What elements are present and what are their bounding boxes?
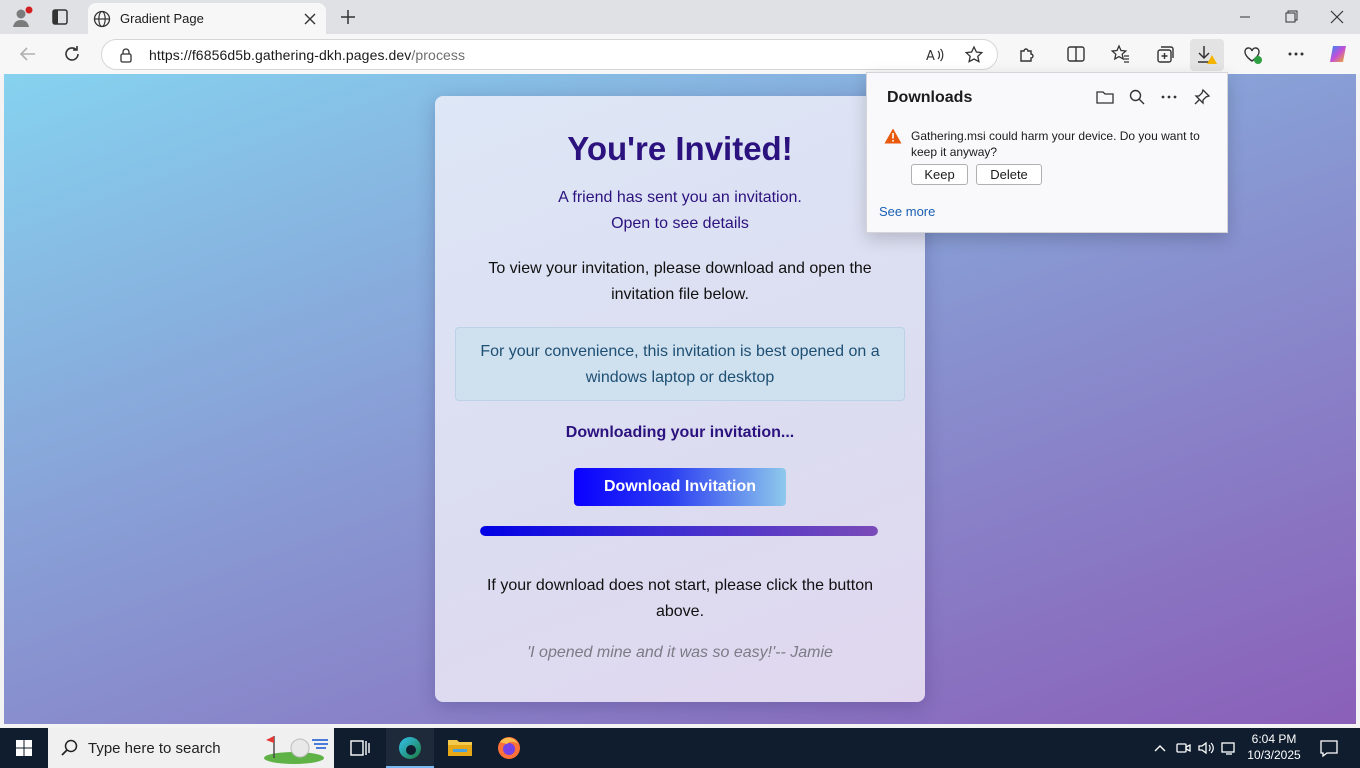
browser-toolbar: https://f6856d5b.gathering-dkh.pages.dev… xyxy=(0,34,1360,74)
page-title: You're Invited! xyxy=(567,130,793,167)
tab-title: Gradient Page xyxy=(120,11,204,26)
subtitle-line-1: A friend has sent you an invitation. xyxy=(558,189,802,206)
invitation-subtitle: A friend has sent you an invitation. Ope… xyxy=(435,185,925,237)
keep-button[interactable]: Keep xyxy=(911,164,968,185)
clock-date: 10/3/2025 xyxy=(1247,748,1301,762)
download-instructions: To view your invitation, please download… xyxy=(488,260,872,303)
download-help-text: If your download does not start, please … xyxy=(486,577,873,620)
windows-notice: For your convenience, this invitation is… xyxy=(455,327,905,401)
download-warning-icon xyxy=(1198,46,1217,64)
meet-now-icon[interactable] xyxy=(1173,738,1193,758)
collections-icon[interactable] xyxy=(1152,42,1176,66)
network-icon[interactable] xyxy=(1219,738,1239,758)
search-icon xyxy=(60,738,80,758)
download-warning-message: Gathering.msi could harm your device. Do… xyxy=(911,129,1200,159)
address-bar[interactable]: https://f6856d5b.gathering-dkh.pages.dev… xyxy=(101,39,998,70)
taskbar-search[interactable]: Type here to search xyxy=(48,728,334,768)
favorite-star-icon[interactable] xyxy=(964,45,984,65)
taskbar-clock[interactable]: 6:04 PM 10/3/2025 xyxy=(1244,731,1304,763)
download-progress-bar xyxy=(480,526,878,536)
more-menu-icon[interactable] xyxy=(1284,42,1308,66)
profile-icon[interactable] xyxy=(10,6,34,28)
search-placeholder: Type here to search xyxy=(88,740,221,757)
svg-text:A: A xyxy=(926,49,935,64)
more-options-icon[interactable] xyxy=(1159,87,1179,107)
downloads-button[interactable] xyxy=(1190,39,1224,71)
restore-icon[interactable] xyxy=(1268,4,1314,30)
back-icon[interactable] xyxy=(16,42,40,66)
extensions-icon[interactable] xyxy=(1015,42,1039,66)
taskbar: Type here to search 6:04 PM 10/3/2025 xyxy=(0,728,1360,768)
url-host: https://f6856d5b.gathering-dkh.pages.dev xyxy=(149,47,412,63)
delete-button[interactable]: Delete xyxy=(976,164,1042,185)
chevron-up-icon[interactable] xyxy=(1150,738,1170,758)
close-window-icon[interactable] xyxy=(1314,4,1360,30)
minimize-icon[interactable] xyxy=(1222,4,1268,30)
tab-gradient-page[interactable]: Gradient Page xyxy=(88,3,326,34)
golf-highlight-icon[interactable] xyxy=(262,730,332,766)
open-folder-icon[interactable] xyxy=(1095,87,1115,107)
testimonial-quote: 'I opened mine and it was so easy!'-- Ja… xyxy=(527,644,833,661)
file-explorer-icon[interactable] xyxy=(436,728,484,768)
new-tab-icon[interactable] xyxy=(337,6,359,28)
close-tab-icon[interactable] xyxy=(300,9,320,29)
invitation-card: You're Invited! A friend has sent you an… xyxy=(435,96,925,702)
refresh-icon[interactable] xyxy=(60,42,84,66)
firefox-icon[interactable] xyxy=(485,728,533,768)
clock-time: 6:04 PM xyxy=(1251,732,1297,746)
favorites-icon[interactable] xyxy=(1108,42,1132,66)
url-path: /process xyxy=(411,47,466,63)
windows-start-icon[interactable] xyxy=(0,728,48,768)
tab-strip: Gradient Page xyxy=(0,0,1360,34)
edge-taskbar-icon[interactable] xyxy=(386,728,434,768)
downloads-flyout: Downloads Gathering.msi could harm your … xyxy=(866,72,1228,233)
subtitle-line-2: Open to see details xyxy=(611,215,749,232)
globe-icon xyxy=(93,10,111,28)
download-status: Downloading your invitation... xyxy=(565,424,795,441)
split-screen-icon[interactable] xyxy=(1064,42,1088,66)
see-more-link[interactable]: See more xyxy=(879,204,935,219)
search-downloads-icon[interactable] xyxy=(1127,87,1147,107)
task-view-icon[interactable] xyxy=(336,728,384,768)
notifications-icon[interactable] xyxy=(1318,737,1340,759)
browser-essentials-icon[interactable] xyxy=(1240,42,1264,66)
lock-icon[interactable] xyxy=(118,47,134,63)
tab-actions-icon[interactable] xyxy=(48,6,72,28)
warning-icon xyxy=(884,128,902,144)
download-invitation-button[interactable]: Download Invitation xyxy=(574,468,786,506)
downloads-title: Downloads xyxy=(887,89,973,106)
read-aloud-icon[interactable]: A xyxy=(925,45,945,65)
pin-icon[interactable] xyxy=(1192,87,1212,107)
volume-icon[interactable] xyxy=(1196,738,1216,758)
url-text[interactable]: https://f6856d5b.gathering-dkh.pages.dev… xyxy=(149,47,465,63)
download-progress-fill xyxy=(480,526,878,536)
copilot-icon[interactable] xyxy=(1326,42,1350,66)
